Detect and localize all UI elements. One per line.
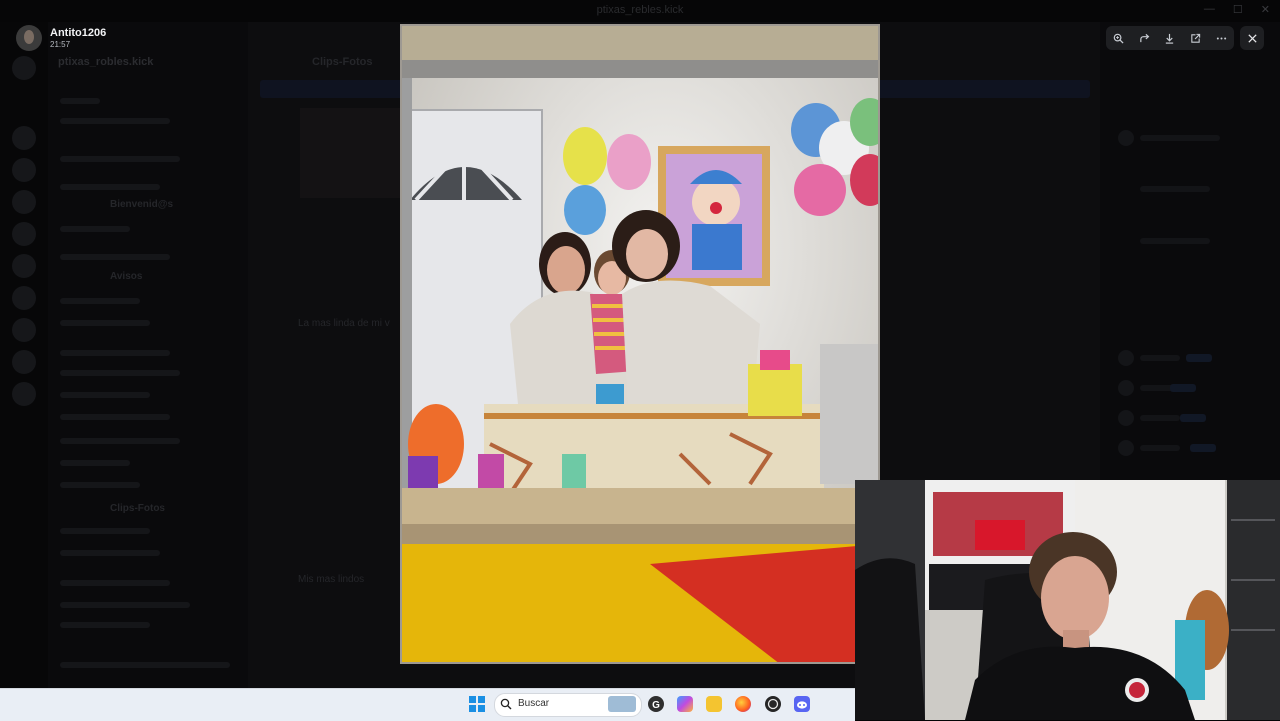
voice-channel-row[interactable]	[60, 620, 240, 630]
download-icon[interactable]	[1161, 29, 1179, 47]
channel-row[interactable]	[60, 412, 240, 422]
obs-icon[interactable]	[765, 696, 781, 712]
channel-row[interactable]	[60, 296, 240, 306]
member-row[interactable]	[1140, 355, 1180, 361]
zoom-in-icon[interactable]	[1110, 29, 1128, 47]
member-badge	[1170, 384, 1196, 392]
discord-icon[interactable]	[794, 696, 810, 712]
channel-row[interactable]	[60, 96, 240, 106]
window-title: ptixas_rebles.kick	[596, 4, 684, 16]
author-timestamp: 21:57	[50, 39, 71, 49]
channel-clips-fotos[interactable]: Clips-Fotos	[110, 503, 165, 514]
minimize-icon[interactable]: —	[1204, 3, 1215, 16]
avatar[interactable]	[1118, 380, 1134, 396]
copilot-icon[interactable]	[677, 696, 693, 712]
chat-message: La mas linda de mi v	[298, 318, 390, 329]
voice-channel-row[interactable]	[60, 600, 240, 610]
add-server-icon[interactable]	[12, 350, 36, 374]
channel-row[interactable]	[60, 224, 240, 234]
search-icon	[500, 698, 512, 710]
avatar[interactable]	[16, 25, 42, 51]
channel-avisos[interactable]: Avisos	[110, 271, 142, 282]
member-row[interactable]	[1140, 186, 1210, 192]
channel-row[interactable]	[60, 368, 240, 378]
firefox-icon[interactable]	[735, 696, 751, 712]
category-row[interactable]	[60, 348, 240, 358]
category-row[interactable]	[60, 578, 240, 588]
viewer-toolbar	[1106, 26, 1234, 50]
channel-row[interactable]	[60, 318, 240, 328]
window-titlebar: ptixas_rebles.kick — ☐ ✕	[0, 0, 1280, 22]
channel-bienvenidos[interactable]: Bienvenid@s	[110, 199, 173, 210]
chat-attachment[interactable]	[300, 108, 400, 198]
chat-header-channel: Clips-Fotos	[312, 56, 373, 68]
file-explorer-icon[interactable]	[706, 696, 722, 712]
category-row[interactable]	[60, 154, 240, 164]
member-row[interactable]	[1140, 415, 1180, 421]
close-icon[interactable]	[1247, 33, 1258, 44]
server-icon[interactable]	[12, 56, 36, 80]
server-icon[interactable]	[12, 286, 36, 310]
more-icon[interactable]	[1212, 29, 1230, 47]
server-icon[interactable]	[12, 254, 36, 278]
viewed-photo[interactable]	[400, 24, 880, 664]
channel-row[interactable]	[60, 436, 240, 446]
start-icon[interactable]	[469, 696, 485, 712]
channel-row[interactable]	[60, 526, 240, 536]
server-icon[interactable]	[12, 190, 36, 214]
server-name[interactable]: ptixas_robles.kick	[58, 56, 153, 68]
svg-text:G: G	[652, 700, 660, 711]
member-badge	[1190, 444, 1216, 452]
channel-row[interactable]	[60, 390, 240, 400]
channel-row[interactable]	[60, 548, 240, 558]
server-icon[interactable]	[12, 222, 36, 246]
server-icon[interactable]	[12, 126, 36, 150]
webcam-overlay	[855, 480, 1280, 720]
taskbar-search-label: Buscar	[518, 698, 550, 709]
explore-icon[interactable]	[12, 382, 36, 406]
category-row[interactable]	[60, 252, 240, 262]
channel-row[interactable]	[60, 116, 240, 126]
search-highlight-icon[interactable]	[608, 696, 636, 712]
chat-message: Mis mas lindos	[298, 574, 365, 585]
taskbar	[0, 688, 855, 721]
avatar[interactable]	[1118, 350, 1134, 366]
close-viewer-button[interactable]	[1240, 26, 1264, 50]
member-row[interactable]	[1140, 445, 1180, 451]
window-close-icon[interactable]: ✕	[1261, 3, 1270, 16]
member-badge	[1186, 354, 1212, 362]
open-external-icon[interactable]	[1187, 29, 1205, 47]
member-row[interactable]	[1140, 135, 1220, 141]
category-row[interactable]	[60, 182, 240, 192]
channel-row[interactable]	[60, 480, 240, 490]
user-panel[interactable]	[60, 660, 240, 670]
server-icon[interactable]	[12, 318, 36, 342]
image-author[interactable]: Antito1206 21:57	[16, 25, 106, 51]
google-icon[interactable]: G	[648, 696, 664, 712]
avatar[interactable]	[1118, 440, 1134, 456]
member-row[interactable]	[1140, 238, 1210, 244]
channel-row[interactable]	[60, 458, 240, 468]
avatar[interactable]	[1118, 410, 1134, 426]
window-controls[interactable]: — ☐ ✕	[1204, 3, 1270, 16]
server-icon[interactable]	[12, 158, 36, 182]
forward-icon[interactable]	[1135, 29, 1153, 47]
avatar[interactable]	[1118, 130, 1134, 146]
member-badge	[1180, 414, 1206, 422]
author-name[interactable]: Antito1206	[50, 27, 106, 40]
maximize-icon[interactable]: ☐	[1233, 3, 1243, 16]
